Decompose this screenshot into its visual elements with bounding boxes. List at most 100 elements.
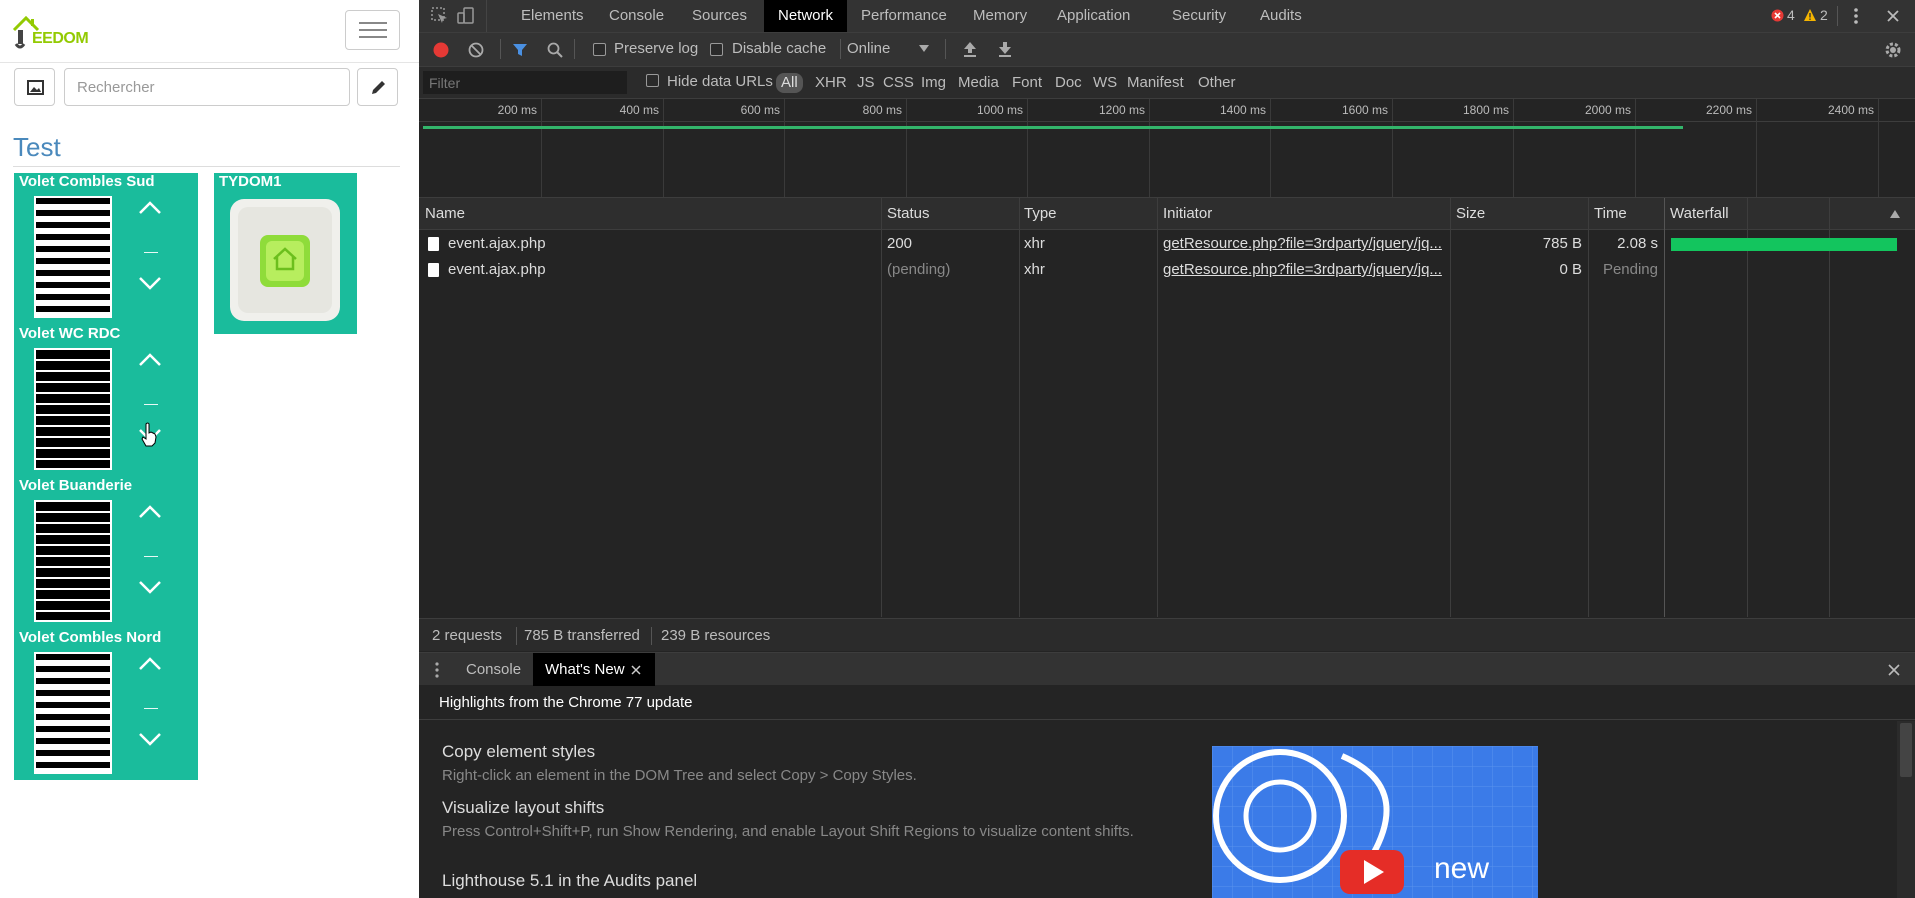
separator: [516, 627, 517, 645]
drawer-menu-icon[interactable]: [434, 661, 440, 679]
shutter-widget: Volet WC RDC: [14, 325, 198, 477]
video-caption: new: [1434, 852, 1490, 885]
filter-bar: Hide data URLs All XHR JS CSS Img Media …: [419, 67, 1915, 98]
scrollbar-thumb[interactable]: [1900, 723, 1912, 777]
request-initiator-link[interactable]: getResource.php?file=3rdparty/jquery/jq.…: [1163, 257, 1445, 283]
filter-type-font[interactable]: Font: [1010, 73, 1044, 93]
timeline-tick-label: 2200 ms: [1705, 103, 1752, 117]
tab-audits[interactable]: Audits: [1250, 0, 1312, 32]
request-initiator-link[interactable]: getResource.php?file=3rdparty/jquery/jq.…: [1163, 231, 1445, 257]
close-drawer-icon[interactable]: [1888, 664, 1900, 676]
tab-console[interactable]: Console: [599, 0, 674, 32]
tydom-widget[interactable]: TYDOM1: [214, 173, 357, 334]
stop-icon[interactable]: [144, 556, 158, 557]
import-har-icon[interactable]: [961, 40, 979, 58]
close-tab-icon[interactable]: [631, 665, 641, 675]
filter-input[interactable]: [423, 71, 627, 94]
requests-table: Name Status Type Initiator Size Time Wat…: [419, 198, 1915, 617]
chevron-up-icon[interactable]: [135, 193, 165, 223]
timeline-tick: [1756, 99, 1757, 197]
feature-heading[interactable]: Visualize layout shifts: [442, 798, 604, 818]
chevron-down-icon[interactable]: [135, 268, 165, 298]
tab-network[interactable]: Network: [764, 0, 848, 32]
hide-data-urls-checkbox[interactable]: [646, 74, 659, 87]
image-button[interactable]: [14, 68, 55, 106]
more-options-icon[interactable]: [1852, 6, 1860, 26]
filter-type-xhr[interactable]: XHR: [813, 73, 849, 93]
tab-performance[interactable]: Performance: [851, 0, 957, 32]
device-toolbar-icon[interactable]: [455, 5, 477, 27]
timeline-tick-label: 800 ms: [862, 103, 902, 117]
tab-memory[interactable]: Memory: [963, 0, 1037, 32]
settings-gear-icon[interactable]: [1883, 40, 1903, 60]
shutter-closed-image: [34, 500, 112, 622]
edit-button[interactable]: [357, 68, 398, 106]
column-status[interactable]: Status: [887, 198, 930, 230]
pencil-icon: [372, 81, 385, 94]
warning-icon[interactable]: [1803, 8, 1817, 22]
drawer-tab-console[interactable]: Console: [454, 653, 533, 686]
filter-type-css[interactable]: CSS: [881, 73, 916, 93]
record-icon[interactable]: [432, 41, 450, 59]
column-initiator[interactable]: Initiator: [1163, 198, 1212, 230]
chevron-up-icon[interactable]: [135, 345, 165, 375]
chevron-up-icon[interactable]: [135, 649, 165, 679]
column-size[interactable]: Size: [1456, 198, 1485, 230]
error-icon[interactable]: [1771, 9, 1784, 22]
filter-type-all[interactable]: All: [776, 73, 803, 93]
stop-icon[interactable]: [144, 404, 158, 405]
search-icon[interactable]: [546, 41, 564, 59]
file-icon: [428, 237, 439, 251]
filter-type-media[interactable]: Media: [956, 73, 1001, 93]
waterfall-grid-line: [1829, 198, 1830, 617]
sort-ascending-icon[interactable]: [1890, 210, 1900, 218]
request-size: 0 B: [1559, 261, 1582, 278]
feature-heading[interactable]: Copy element styles: [442, 742, 595, 762]
stop-icon[interactable]: [144, 708, 158, 709]
search-input[interactable]: [64, 68, 350, 106]
filter-type-manifest[interactable]: Manifest: [1125, 73, 1186, 93]
shutter-name: Volet WC RDC: [19, 325, 121, 342]
shutter-widget: Volet Buanderie: [14, 477, 198, 629]
column-type[interactable]: Type: [1024, 198, 1057, 230]
tab-sources[interactable]: Sources: [682, 0, 757, 32]
dropdown-arrow-icon[interactable]: [919, 45, 929, 53]
table-row[interactable]: event.ajax.php (pending) xhr getResource…: [419, 257, 1664, 283]
network-toolbar: Preserve log Disable cache Online: [419, 33, 1915, 66]
export-har-icon[interactable]: [996, 40, 1014, 58]
jeedom-logo[interactable]: EEDOM: [12, 12, 102, 52]
waterfall-bar[interactable]: [1671, 238, 1897, 251]
feature-heading[interactable]: Lighthouse 5.1 in the Audits panel: [442, 871, 697, 891]
whats-new-video[interactable]: new: [1212, 746, 1538, 898]
timeline-tick: [1392, 99, 1393, 197]
timeline-tick-label: 600 ms: [740, 103, 780, 117]
network-overview-timeline[interactable]: 200 ms 400 ms 600 ms 800 ms 1000 ms 1200…: [419, 99, 1915, 197]
close-devtools-icon[interactable]: [1886, 9, 1900, 23]
column-time[interactable]: Time: [1594, 198, 1627, 230]
filter-type-js[interactable]: JS: [855, 73, 877, 93]
tab-elements[interactable]: Elements: [511, 0, 594, 32]
preserve-log-checkbox[interactable]: [593, 43, 606, 56]
stop-icon[interactable]: [144, 252, 158, 253]
column-waterfall[interactable]: Waterfall: [1670, 198, 1729, 230]
header-divider: [0, 62, 419, 63]
chevron-up-icon[interactable]: [135, 497, 165, 527]
menu-toggle-button[interactable]: [345, 10, 400, 50]
filter-type-ws[interactable]: WS: [1091, 73, 1119, 93]
table-row[interactable]: event.ajax.php 200 xhr getResource.php?f…: [419, 231, 1664, 257]
disable-cache-checkbox[interactable]: [710, 43, 723, 56]
chevron-down-icon[interactable]: [135, 572, 165, 602]
feature-description: Right-click an element in the DOM Tree a…: [442, 767, 917, 784]
tab-application[interactable]: Application: [1047, 0, 1140, 32]
request-time: 2.08 s: [1617, 235, 1658, 252]
tab-security[interactable]: Security: [1162, 0, 1236, 32]
throttling-select[interactable]: Online: [847, 40, 890, 57]
inspect-element-icon[interactable]: [429, 5, 451, 27]
filter-type-doc[interactable]: Doc: [1053, 73, 1084, 93]
clear-icon[interactable]: [467, 41, 485, 59]
filter-type-img[interactable]: Img: [919, 73, 948, 93]
column-name[interactable]: Name: [425, 198, 465, 230]
filter-icon[interactable]: [511, 41, 529, 59]
chevron-down-icon[interactable]: [135, 724, 165, 754]
filter-type-other[interactable]: Other: [1196, 73, 1238, 93]
